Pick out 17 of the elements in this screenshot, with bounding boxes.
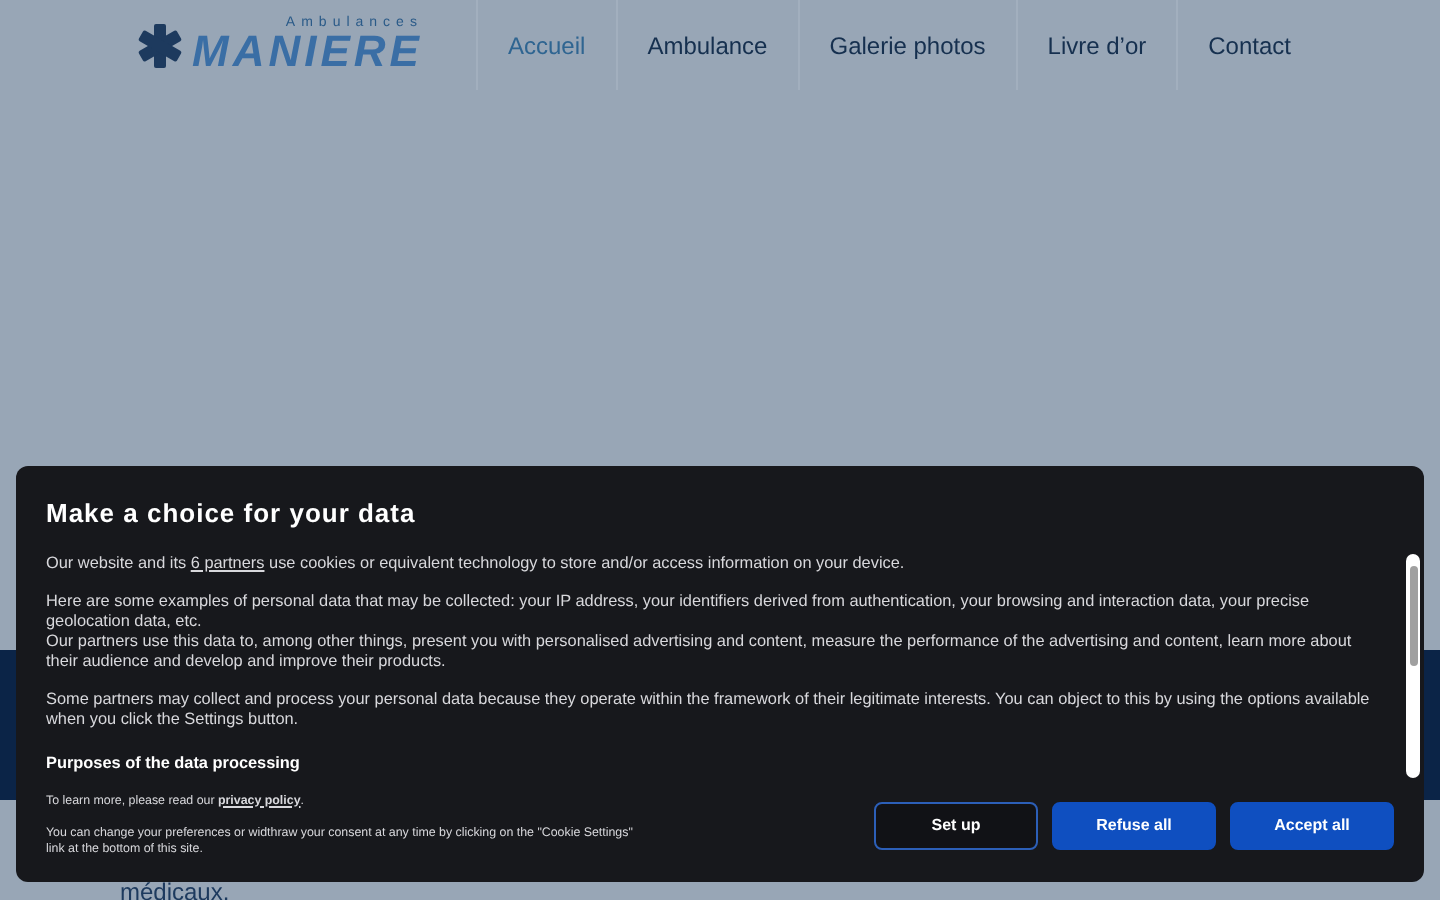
- consent-button[interactable]: Accept all: [1230, 801, 1394, 849]
- info-paragraph: Here are some examples of personal data that may be collected: your IP address, your identifiers derived from authentication, your browsing and interaction data, your precise geolocation data, etc. Our partners use this data to, among other things, present you with personalised advertising and content, measure the performance of the advertising and content, learn more about their audience and develop and improve their products.: [46, 591, 1354, 671]
- consent-button[interactable]: Set up: [874, 801, 1038, 849]
- partners-link[interactable]: 6 partners: [190, 553, 265, 571]
- page-paragraph: médicaux.: [120, 876, 230, 900]
- nav-link[interactable]: Ambulance: [615, 0, 798, 90]
- star-of-life-icon: [136, 21, 184, 69]
- consent-button[interactable]: Refuse all: [1052, 801, 1216, 849]
- intro-text: Our website and its 6 partners use cookies or equivalent technology to store and/or access information on your device.: [46, 553, 907, 573]
- nav-link[interactable]: Galerie photos: [797, 0, 1016, 90]
- info-paragraph: Some partners may collect and process your personal data because they operate within the framework of their legitimate interests. You can object to this by using the options available when you click the Settings button.: [46, 689, 1372, 729]
- nav-link[interactable]: Contact: [1176, 0, 1321, 90]
- logo-wordmark: MANIERE: [192, 30, 423, 74]
- section-heading: Purposes of the data processing: [46, 753, 302, 773]
- dialog-title: Make a choice for your data: [46, 496, 418, 532]
- nav-link[interactable]: Livre d’or: [1015, 0, 1177, 90]
- scrollbar[interactable]: [1406, 553, 1420, 777]
